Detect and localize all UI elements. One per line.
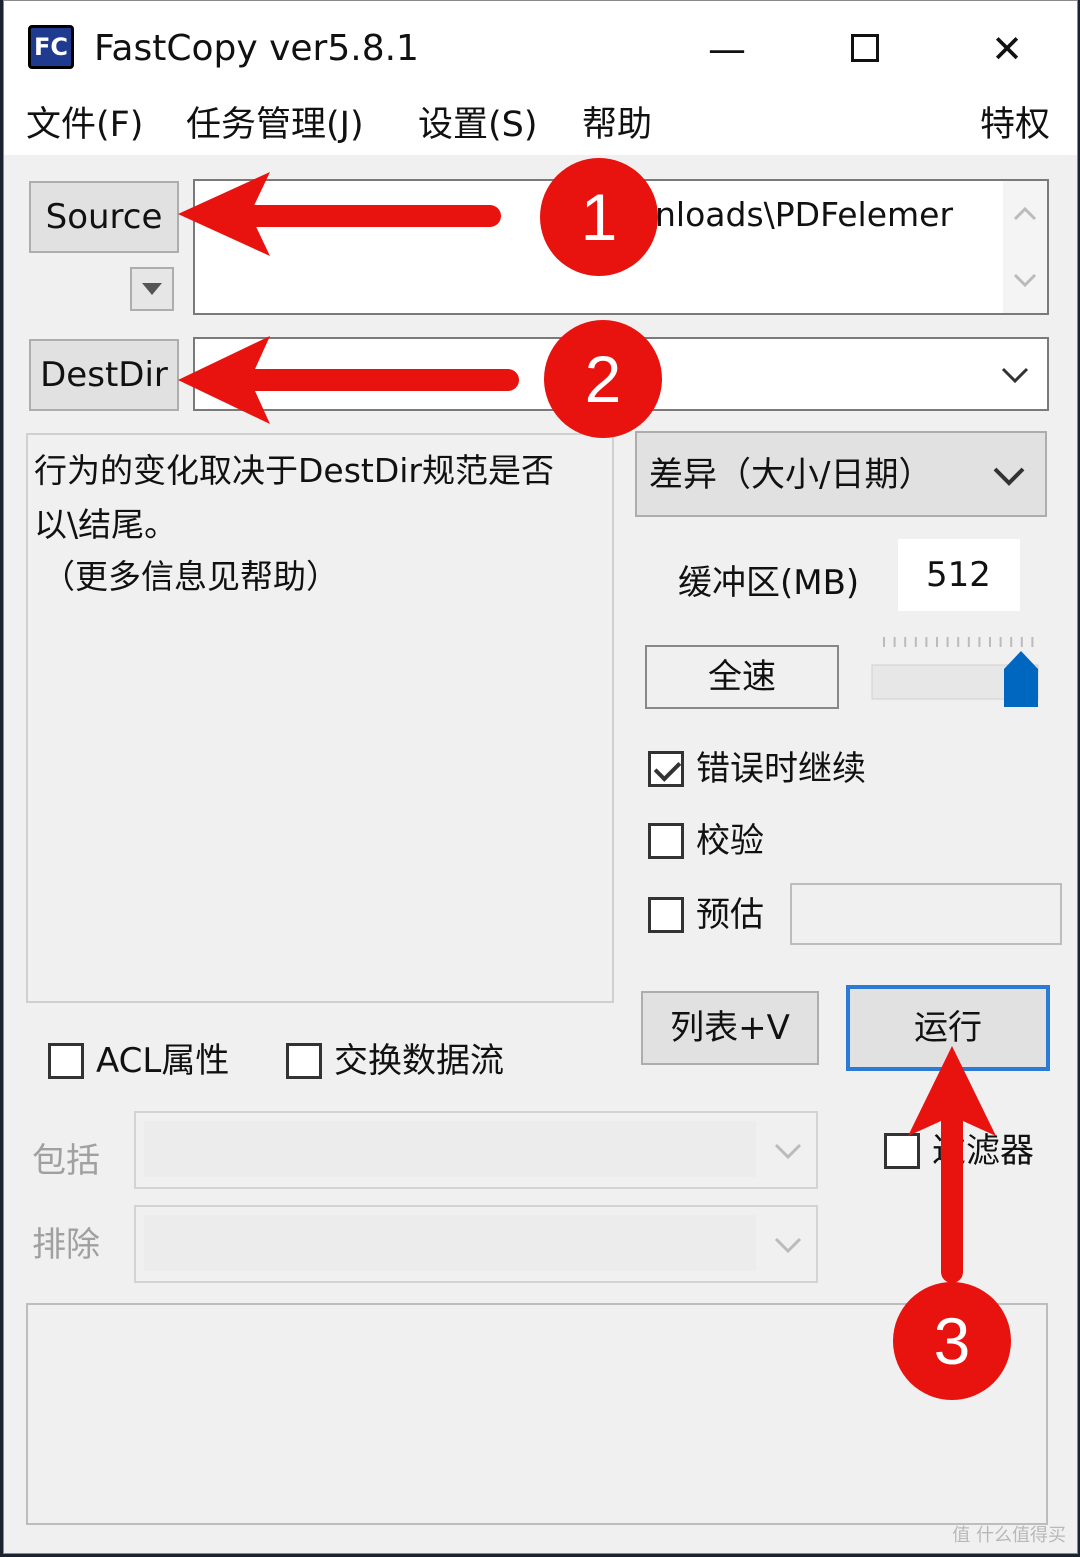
annotation-badge-2: 2 xyxy=(544,320,662,438)
watermark: 值 什么值得买 xyxy=(952,1525,1066,1546)
annotation-badge-1: 1 xyxy=(540,158,658,276)
annotation-badge-3: 3 xyxy=(893,1282,1011,1400)
arrow-2 xyxy=(178,336,519,424)
arrow-3 xyxy=(908,1046,996,1283)
arrow-1 xyxy=(178,172,501,256)
